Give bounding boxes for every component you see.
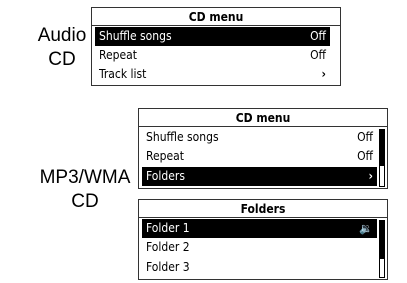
scrollbar-thumb[interactable] bbox=[380, 221, 384, 259]
menu-item-label: Shuffle songs bbox=[146, 130, 219, 144]
menu-item-label: Shuffle songs bbox=[99, 29, 172, 43]
menu-item-shuffle-songs[interactable]: Shuffle songs Off bbox=[142, 128, 377, 147]
folder-item-1[interactable]: Folder 1 🔉 bbox=[142, 219, 377, 238]
speaker-icon: 🔉 bbox=[359, 222, 373, 235]
screen-title: CD menu bbox=[92, 8, 340, 26]
scrollbar[interactable] bbox=[379, 220, 385, 278]
menu-item-repeat[interactable]: Repeat Off bbox=[142, 147, 377, 166]
chevron-right-icon: › bbox=[321, 67, 326, 81]
menu-item-value: Off bbox=[357, 149, 373, 163]
caption-audio-cd-line1: Audio bbox=[37, 25, 87, 46]
screen-title: Folders bbox=[139, 200, 387, 218]
menu-item-label: Folders bbox=[146, 169, 185, 183]
menu-item-repeat[interactable]: Repeat Off bbox=[95, 46, 330, 65]
folder-item-label: Folder 2 bbox=[146, 240, 190, 254]
folder-item-2[interactable]: Folder 2 bbox=[142, 238, 377, 257]
folders-screen: Folders Folder 1 🔉 Folder 2 Folder 3 bbox=[138, 199, 388, 280]
folder-item-3[interactable]: Folder 3 bbox=[142, 258, 377, 277]
caption-audio-cd-line2: CD bbox=[48, 49, 76, 70]
caption-mp3-cd: MP3/WMA CD bbox=[30, 166, 140, 214]
screen-title: CD menu bbox=[139, 109, 387, 127]
menu-item-label: Repeat bbox=[99, 48, 137, 62]
audio-cd-menu-screen: CD menu Shuffle songs Off Repeat Off Tra… bbox=[91, 7, 341, 86]
caption-audio-cd: Audio CD bbox=[22, 24, 102, 72]
menu-item-label: Repeat bbox=[146, 149, 184, 163]
menu-item-track-list[interactable]: Track list › bbox=[95, 65, 330, 84]
menu-item-shuffle-songs[interactable]: Shuffle songs Off bbox=[95, 27, 330, 46]
chevron-right-icon: › bbox=[368, 169, 373, 183]
mp3-cd-menu-screen: CD menu Shuffle songs Off Repeat Off Fol… bbox=[138, 108, 388, 189]
menu-item-value: Off bbox=[310, 48, 326, 62]
caption-mp3-cd-line2: CD bbox=[71, 191, 99, 212]
menu-item-value: Off bbox=[357, 130, 373, 144]
folder-item-label: Folder 3 bbox=[146, 260, 190, 274]
menu-item-folders[interactable]: Folders › bbox=[142, 167, 377, 186]
scrollbar[interactable] bbox=[379, 129, 385, 187]
menu-item-value: Off bbox=[310, 29, 326, 43]
folder-item-label: Folder 1 bbox=[146, 221, 190, 235]
menu-item-label: Track list bbox=[99, 67, 147, 81]
scrollbar-thumb[interactable] bbox=[380, 130, 384, 166]
caption-mp3-cd-line1: MP3/WMA bbox=[39, 167, 131, 188]
